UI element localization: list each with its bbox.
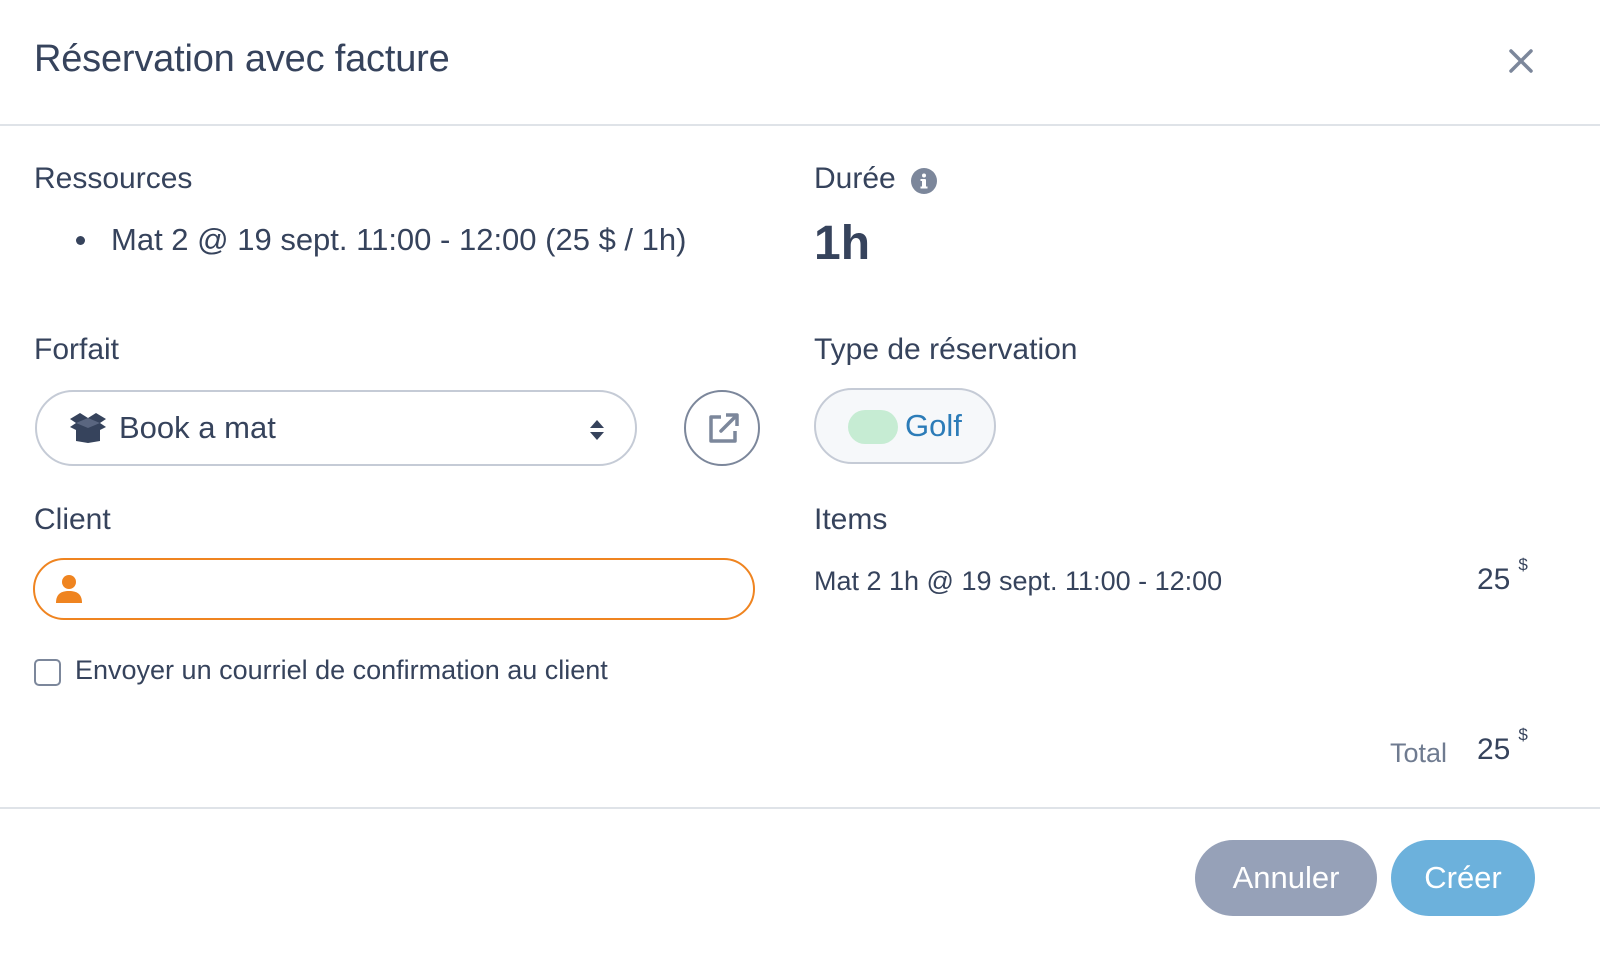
total-currency: $ bbox=[1518, 725, 1528, 744]
total-label: Total bbox=[1390, 738, 1448, 768]
reservation-modal: Réservation avec facture Ressources Mat … bbox=[0, 0, 1600, 969]
total-amount: 25 bbox=[1477, 733, 1511, 766]
package-label: Forfait bbox=[34, 333, 120, 366]
package-selected-value: Book a mat bbox=[119, 410, 276, 445]
confirmation-label[interactable]: Envoyer un courriel de confirmation au c… bbox=[75, 655, 608, 686]
close-button[interactable] bbox=[1500, 40, 1542, 82]
external-link-icon bbox=[709, 413, 739, 443]
box-open-icon bbox=[70, 413, 106, 443]
client-field[interactable] bbox=[33, 558, 755, 620]
info-icon[interactable] bbox=[910, 167, 938, 195]
duration-value: 1h bbox=[814, 217, 871, 270]
reservation-type-label: Type de réservation bbox=[814, 333, 1078, 366]
modal-header: Réservation avec facture bbox=[0, 0, 1600, 126]
create-button[interactable]: Créer bbox=[1391, 840, 1535, 916]
open-package-button[interactable] bbox=[684, 390, 760, 466]
reservation-type-value: Golf bbox=[905, 408, 962, 443]
items-label: Items bbox=[814, 503, 888, 536]
client-label: Client bbox=[34, 503, 111, 536]
client-input[interactable] bbox=[105, 570, 725, 608]
total-price: 25 $ bbox=[1477, 725, 1528, 767]
cancel-button[interactable]: Annuler bbox=[1195, 840, 1377, 916]
type-color-swatch bbox=[848, 410, 898, 444]
resources-list: Mat 2 @ 19 sept. 11:00 - 12:00 (25 $ / 1… bbox=[76, 222, 686, 258]
resources-label: Ressources bbox=[34, 162, 193, 195]
item-description: Mat 2 1h @ 19 sept. 11:00 - 12:00 bbox=[814, 566, 1223, 596]
item-currency: $ bbox=[1518, 555, 1528, 574]
close-icon bbox=[1509, 49, 1533, 73]
modal-title: Réservation avec facture bbox=[34, 38, 450, 80]
confirmation-checkbox[interactable] bbox=[34, 659, 61, 686]
item-amount: 25 bbox=[1477, 563, 1511, 596]
footer-divider bbox=[0, 807, 1600, 809]
user-icon bbox=[56, 575, 82, 603]
bullet bbox=[76, 235, 85, 245]
package-select[interactable]: Book a mat bbox=[35, 390, 637, 466]
resource-item: Mat 2 @ 19 sept. 11:00 - 12:00 (25 $ / 1… bbox=[111, 222, 687, 257]
sort-arrows-icon bbox=[590, 420, 604, 440]
duration-label: Durée bbox=[814, 162, 896, 195]
item-price: 25 $ bbox=[1477, 555, 1528, 597]
reservation-type-pill[interactable]: Golf bbox=[814, 388, 996, 464]
